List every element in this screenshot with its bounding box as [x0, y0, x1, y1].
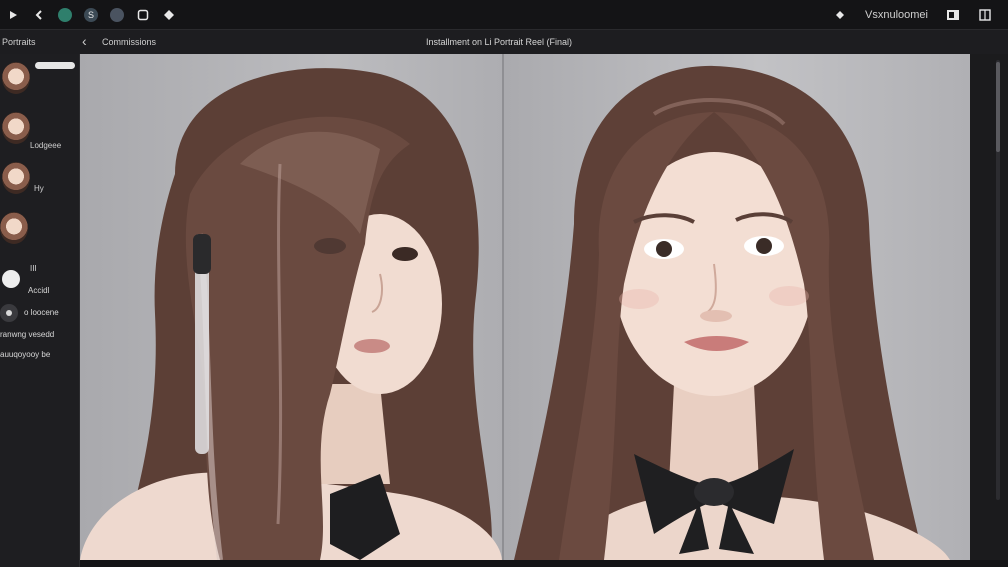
- scrollbar-thumb[interactable]: [996, 62, 1000, 152]
- thumbnail-3[interactable]: [2, 162, 30, 194]
- thumbnail-4[interactable]: [0, 212, 28, 244]
- item-line: III: [30, 264, 37, 273]
- s-tool-icon[interactable]: S: [78, 2, 104, 28]
- back-arrow-icon[interactable]: [26, 2, 52, 28]
- toggle-button[interactable]: [2, 270, 20, 288]
- toolbar-right: Vsxnuloomei: [827, 2, 998, 28]
- workspace-label[interactable]: Vsxnuloomei: [859, 9, 934, 21]
- right-portrait-illustration: [514, 65, 950, 560]
- right-portrait[interactable]: [504, 54, 970, 560]
- option-button[interactable]: [0, 304, 18, 322]
- item-line[interactable]: o loocene: [24, 308, 59, 317]
- pen-icon[interactable]: [104, 2, 130, 28]
- square-icon[interactable]: [130, 2, 156, 28]
- panel-toggle-icon[interactable]: [940, 2, 966, 28]
- left-portrait-illustration: [80, 68, 502, 560]
- item-line[interactable]: ranwng vesedd: [0, 330, 54, 339]
- tag-icon[interactable]: [156, 2, 182, 28]
- thumbnail-1[interactable]: [2, 62, 30, 94]
- image-canvas[interactable]: [80, 54, 970, 560]
- document-title: Installment on Li Portrait Reel (Final): [426, 37, 573, 47]
- breadcrumb[interactable]: Commissions: [102, 37, 156, 47]
- thumbnail-label: Hy: [34, 184, 44, 193]
- diamond-icon[interactable]: [827, 2, 853, 28]
- bottom-bar: [80, 560, 1008, 567]
- subheader: Portraits ‹ Commissions Installment on L…: [0, 30, 1008, 54]
- back-button[interactable]: ‹: [82, 33, 87, 49]
- search-input[interactable]: [35, 62, 75, 69]
- left-portrait[interactable]: [80, 54, 502, 560]
- toolbar-tools: S: [0, 2, 182, 28]
- top-toolbar: S Vsxnuloomei: [0, 0, 1008, 30]
- item-line[interactable]: Accidl: [28, 286, 49, 295]
- panel-title: Portraits: [2, 37, 36, 47]
- app-window: S Vsxnuloomei Portraits ‹ Commissions In…: [0, 0, 1008, 567]
- brush-icon[interactable]: [52, 2, 78, 28]
- layout-icon[interactable]: [972, 2, 998, 28]
- item-line[interactable]: auuqoyooy be: [0, 350, 50, 359]
- thumbnail-2[interactable]: [2, 112, 30, 144]
- right-gutter: [970, 54, 1008, 567]
- play-icon[interactable]: [0, 2, 26, 28]
- left-sidebar: Lodgeee Hy III Accidl o loocene ranwng v…: [0, 54, 80, 567]
- thumbnail-label: Lodgeee: [30, 141, 62, 150]
